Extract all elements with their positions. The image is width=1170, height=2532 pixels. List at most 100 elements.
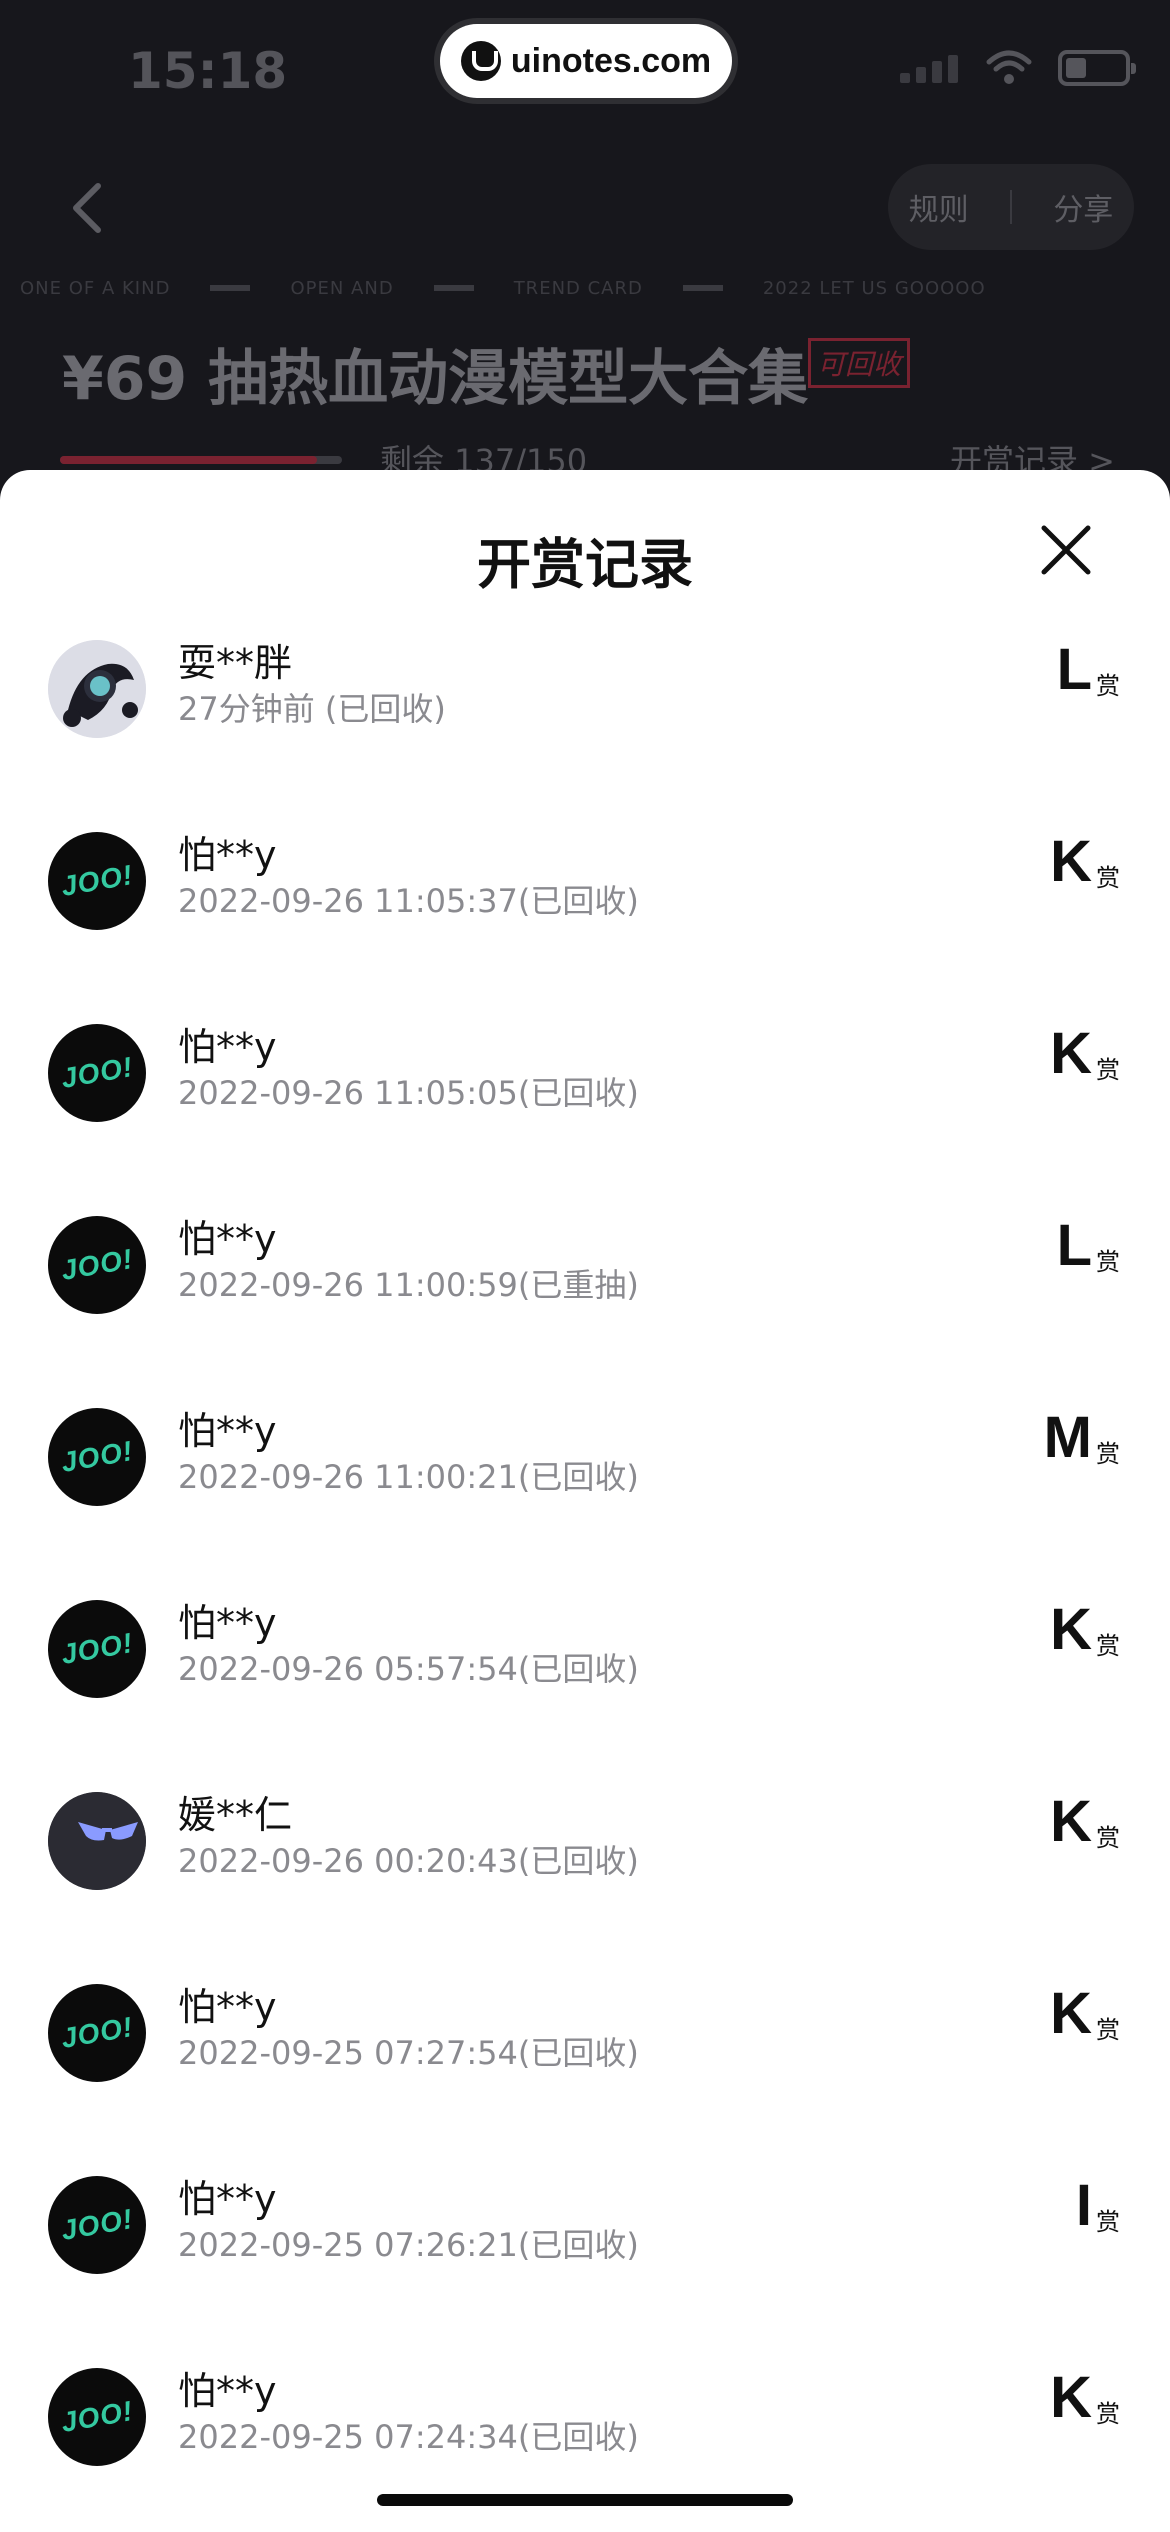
record-time: 2022-09-25 07:27:54(已回收) [178,2034,639,2072]
prize-grade-letter: K [1050,1789,1092,1854]
watermark-badge: uinotes.com [440,24,732,98]
record-time: 2022-09-25 07:24:34(已回收) [178,2418,639,2456]
prize-grade-suffix: 赏 [1096,1056,1120,1084]
record-time: 2022-09-25 07:26:21(已回收) [178,2226,639,2264]
prize-grade-suffix: 赏 [1096,1248,1120,1276]
status-icons [900,50,1136,86]
prize-grade-suffix: 赏 [1096,2208,1120,2236]
recyclable-badge: 可回收 [808,338,911,388]
sunglasses-avatar-icon [48,1792,146,1890]
record-row: JOO! 怕**y 2022-09-25 07:26:21(已回收) I 赏 [0,2176,1170,2368]
ticker-item: OPEN AND [290,277,394,299]
record-time: 2022-09-26 05:57:54(已回收) [178,1650,639,1688]
prize-grade: K赏 [1050,1981,1120,2046]
uinotes-logo-icon [460,41,501,81]
prize-grade-suffix: 赏 [1096,1440,1120,1468]
divider [1009,190,1012,224]
wifi-icon [986,50,1032,84]
record-time: 2022-09-26 00:20:43(已回收) [178,1842,639,1880]
open-records-sheet: 开赏记录 耍**胖 27分钟前 (已回收) L 赏 JOO! 怕**y 2022-09-26… [0,470,1170,2532]
prize-grade-suffix: 赏 [1096,672,1120,700]
prize-grade-letter: K [1050,1597,1092,1662]
avatar: JOO! [48,1984,146,2082]
status-time: 15:18 [128,42,288,100]
prize-grade: K赏 [1050,1597,1120,1662]
divider [682,285,723,291]
record-time: 2022-09-26 11:00:21(已回收) [178,1458,639,1496]
watermark-text: uinotes.com [510,41,712,80]
record-user-name: 怕**y [178,1409,277,1453]
avatar-logo-text: JOO! [58,1242,136,1287]
prize-grade-letter: K [1050,829,1092,894]
record-user-name: 怕**y [178,1985,277,2029]
prize-grade: K赏 [1050,1789,1120,1854]
header-actions: 规则 分享 [888,164,1134,250]
avatar: JOO! [48,2368,146,2466]
prize-grade: K赏 [1050,829,1120,894]
avatar [48,1792,146,1890]
divider [210,285,251,291]
record-list: 耍**胖 27分钟前 (已回收) L 赏 JOO! 怕**y 2022-09-26 11:0… [0,640,1170,2532]
avatar-logo-text: JOO! [58,1434,136,1479]
record-row: JOO! 怕**y 2022-09-25 07:27:54(已回收) K 赏 [0,1984,1170,2176]
avatar-logo-text: JOO! [58,2202,136,2247]
record-row: 耍**胖 27分钟前 (已回收) L 赏 [0,640,1170,832]
product-title: ¥69 抽热血动漫模型大合集 [62,344,809,414]
record-user-name: 怕**y [178,1025,277,1069]
avatar: JOO! [48,1600,146,1698]
record-user-name: 怕**y [178,1217,277,1261]
record-user-name: 耍**胖 [178,641,293,685]
record-user-name: 怕**y [178,2369,277,2413]
prize-grade: L赏 [1056,1213,1120,1278]
close-icon [1041,525,1091,575]
prize-grade-letter: K [1050,1981,1092,2046]
avatar-logo-text: JOO! [58,858,136,903]
avatar-logo-text: JOO! [58,1626,136,1671]
chevron-left-icon [73,183,101,233]
rules-button[interactable]: 规则 [909,185,969,229]
prize-grade: K赏 [1050,2368,1120,2429]
record-row: JOO! 怕**y 2022-09-26 11:05:37(已回收) K 赏 [0,832,1170,1024]
record-time: 2022-09-26 11:05:05(已回收) [178,1074,639,1112]
prize-grade-letter: M [1043,1405,1092,1470]
ticker-item: TREND CARD [513,277,643,299]
prize-grade-letter: K [1050,1021,1092,1086]
share-button[interactable]: 分享 [1053,185,1113,229]
sheet-title: 开赏记录 [477,533,693,596]
avatar: JOO! [48,2176,146,2274]
avatar: JOO! [48,832,146,930]
prize-grade-suffix: 赏 [1096,1824,1120,1852]
prize-grade: I赏 [1075,2173,1120,2238]
prize-grade-letter: L [1056,1213,1092,1278]
record-user-name: 怕**y [178,1601,277,1645]
avatar: JOO! [48,1024,146,1122]
prize-grade-suffix: 赏 [1096,2400,1120,2428]
cellular-signal-icon [900,53,960,83]
divider [433,285,474,291]
back-button[interactable] [62,180,118,236]
progress-fill [60,456,318,464]
home-indicator [377,2494,793,2506]
record-time: 2022-09-26 11:00:59(已重抽) [178,1266,639,1304]
close-button[interactable] [1036,520,1096,580]
record-row: JOO! 怕**y 2022-09-26 11:00:21(已回收) M 赏 [0,1408,1170,1600]
record-time: 27分钟前 (已回收) [178,690,446,728]
record-user-name: 怕**y [178,2177,277,2221]
avatar-logo-text: JOO! [58,1050,136,1095]
avatar: JOO! [48,1408,146,1506]
ticker-item: ONE OF A KIND [20,277,171,299]
battery-icon [1058,50,1136,86]
avatar-logo-text: JOO! [58,2394,136,2439]
remaining-progress-bar [60,456,342,464]
record-row: JOO! 怕**y 2022-09-25 07:24:34(已回收) K 赏 [0,2368,1170,2532]
prize-grade-suffix: 赏 [1096,1632,1120,1660]
prize-grade-letter: I [1075,2173,1092,2238]
prize-grade: M赏 [1043,1405,1120,1470]
record-user-name: 怕**y [178,833,277,877]
prize-grade-letter: L [1056,637,1092,702]
record-user-name: 媛**仁 [178,1793,293,1837]
record-row: JOO! 怕**y 2022-09-26 05:57:54(已回收) K 赏 [0,1600,1170,1792]
prize-grade: L赏 [1056,637,1120,702]
record-row: JOO! 怕**y 2022-09-26 11:05:05(已回收) K 赏 [0,1024,1170,1216]
ticker-item: 2022 LET US GOOOOO [762,277,986,299]
